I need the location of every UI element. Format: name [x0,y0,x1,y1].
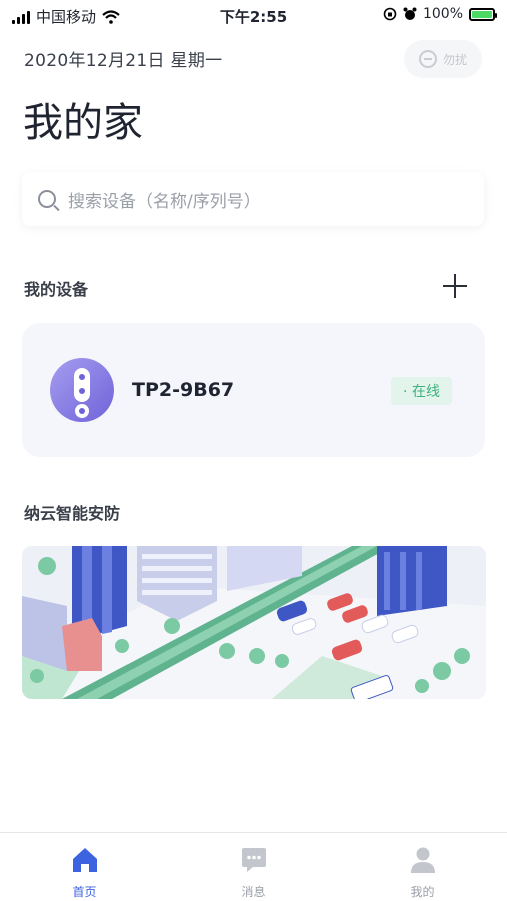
do-not-disturb-icon [418,50,437,68]
tab-messages-label: 消息 [241,885,266,899]
battery-icon [469,7,497,21]
devices-section-title: 我的设备 [24,280,89,299]
alarm-icon [403,7,417,20]
status-bar: 中国移动 下午2:55 100% [0,0,507,30]
status-bar-right: 100% [383,6,497,22]
message-icon [242,848,266,872]
security-section-title: 纳云智能安防 [24,504,121,523]
home-icon [73,848,97,872]
page-title: 我的家 [23,100,143,146]
tab-profile-label: 我的 [410,885,435,899]
tab-home-label: 首页 [72,885,97,899]
search-placeholder: 搜索设备（名称/序列号） [68,191,261,212]
date-label: 2020年12月21日 星期一 [24,51,223,71]
add-device-button[interactable] [441,272,469,300]
device-name: TP2-9B67 [132,379,235,401]
city-illustration [22,546,486,699]
profile-icon [411,847,435,873]
search-icon [38,190,56,208]
device-card[interactable]: TP2-9B67 · 在线 [22,323,485,457]
do-not-disturb-label: 勿扰 [442,52,467,67]
battery-percent: 100% [422,6,463,22]
status-badge: · 在线 [391,377,452,405]
do-not-disturb-button[interactable]: 勿扰 [404,40,482,78]
tab-bar: 首页 消息 我的 [0,832,507,901]
rotation-lock-icon [383,7,397,21]
tab-profile[interactable]: 我的 [338,833,507,901]
camera-device-icon [50,358,114,422]
search-input[interactable]: 搜索设备（名称/序列号） [22,172,484,226]
tab-messages[interactable]: 消息 [169,833,338,901]
tab-home[interactable]: 首页 [0,833,169,901]
smart-security-banner[interactable] [22,546,486,699]
